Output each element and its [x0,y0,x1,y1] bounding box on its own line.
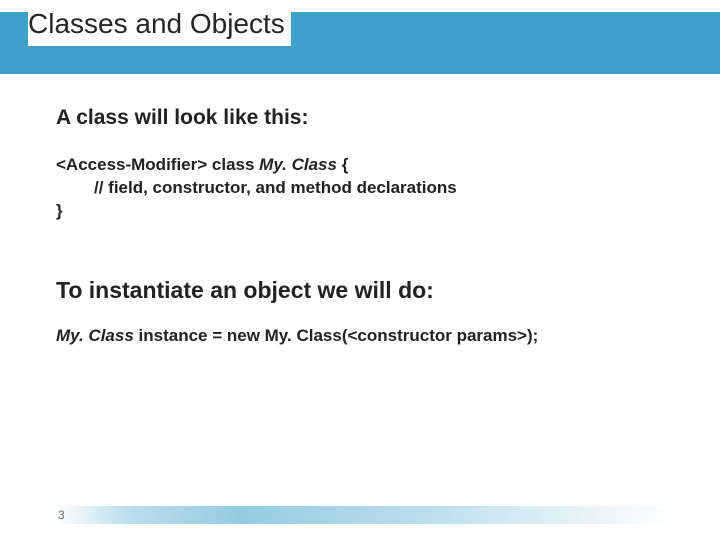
code-open-brace: { [337,155,348,174]
instantiate-class-name: My. Class [56,326,134,345]
code-comment: // field, constructor, and method declar… [56,177,457,200]
slide-content: A class will look like this: <Access-Mod… [56,106,680,346]
footer-gradient-bar [54,506,674,524]
instantiate-rest: instance = new My. Class(<constructor pa… [134,326,539,345]
slide: Classes and Objects A class will look li… [0,0,720,540]
code-line-2: // field, constructor, and method declar… [56,177,680,200]
instantiate-code: My. Class instance = new My. Class(<cons… [56,326,680,346]
instantiate-heading: To instantiate an object we will do: [56,277,680,304]
intro-text: A class will look like this: [56,106,680,130]
code-class-name: My. Class [259,155,337,174]
slide-title: Classes and Objects [28,8,291,46]
title-bar: Classes and Objects [0,12,720,74]
class-template-code: <Access-Modifier> class My. Class { // f… [56,154,680,223]
code-access-modifier: <Access-Modifier> class [56,155,259,174]
code-line-3: } [56,200,680,223]
page-number: 3 [58,508,65,522]
code-line-1: <Access-Modifier> class My. Class { [56,154,680,177]
